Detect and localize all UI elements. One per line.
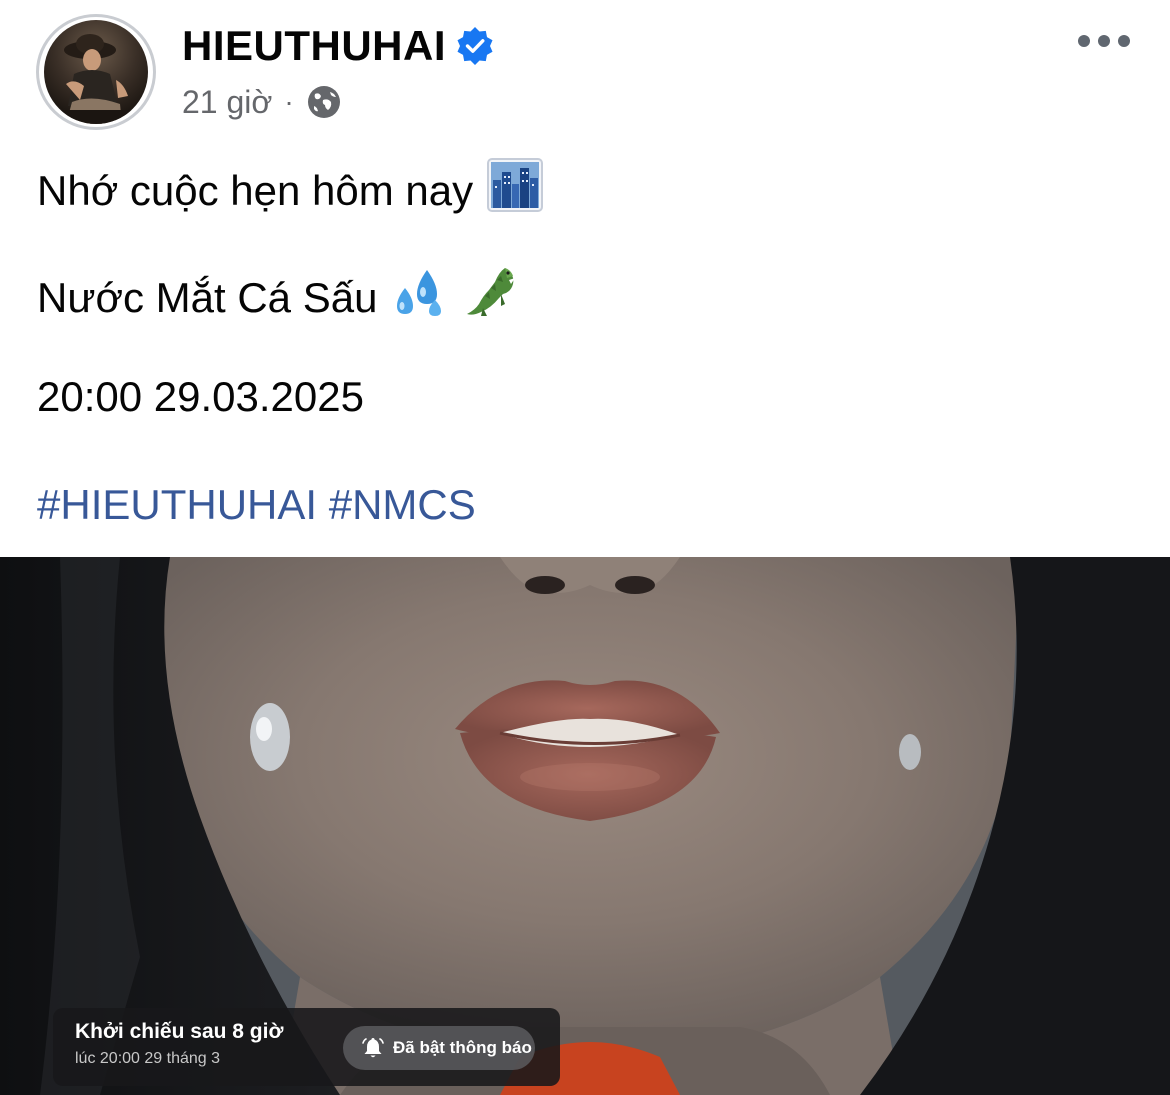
sweat-droplets-emoji-icon — [391, 266, 447, 329]
post-text-line-1: Nhớ cuộc hẹn hôm nay — [37, 158, 544, 223]
hashtag-link[interactable]: #NMCS — [329, 481, 476, 528]
meta-separator: · — [284, 86, 294, 117]
post-line-text: Nước Mắt Cá Sấu — [37, 273, 378, 321]
author-row: HIEUTHUHAI — [182, 22, 494, 70]
post-time[interactable]: 21 giờ — [182, 84, 272, 121]
crocodile-emoji-icon — [461, 264, 519, 331]
verified-badge-icon — [456, 27, 494, 65]
premiere-countdown: Khởi chiếu sau 8 giờ — [75, 1020, 284, 1043]
post-line-text: Nhớ cuộc hẹn hôm nay — [37, 166, 474, 214]
notification-toggle-button[interactable]: Đã bật thông báo — [343, 1026, 535, 1070]
globe-icon — [306, 84, 342, 120]
hashtag-link[interactable]: #HIEUTHUHAI — [37, 481, 317, 528]
premiere-time: lúc 20:00 29 tháng 3 — [75, 1050, 221, 1067]
cityscape-emoji-icon — [487, 158, 544, 223]
post-line-text: 20:00 29.03.2025 — [37, 373, 364, 420]
more-options-icon[interactable] — [1078, 26, 1130, 56]
more-dot-3 — [1118, 35, 1130, 47]
avatar[interactable] — [44, 20, 148, 124]
post-text-line-3: 20:00 29.03.2025 — [37, 372, 364, 422]
post-header: HIEUTHUHAI 21 giờ · — [0, 0, 1170, 140]
hashtags: #HIEUTHUHAI #NMCS — [37, 480, 476, 530]
more-dot-2 — [1098, 35, 1110, 47]
author-name[interactable]: HIEUTHUHAI — [182, 22, 446, 70]
more-dot-1 — [1078, 35, 1090, 47]
post-text-line-2: Nước Mắt Cá Sấu — [37, 264, 519, 331]
bell-icon — [361, 1036, 385, 1060]
profile-avatar-ring[interactable] — [36, 14, 156, 130]
notification-toggle-label: Đã bật thông báo — [393, 1038, 532, 1057]
post-meta: 21 giờ · — [182, 82, 342, 122]
